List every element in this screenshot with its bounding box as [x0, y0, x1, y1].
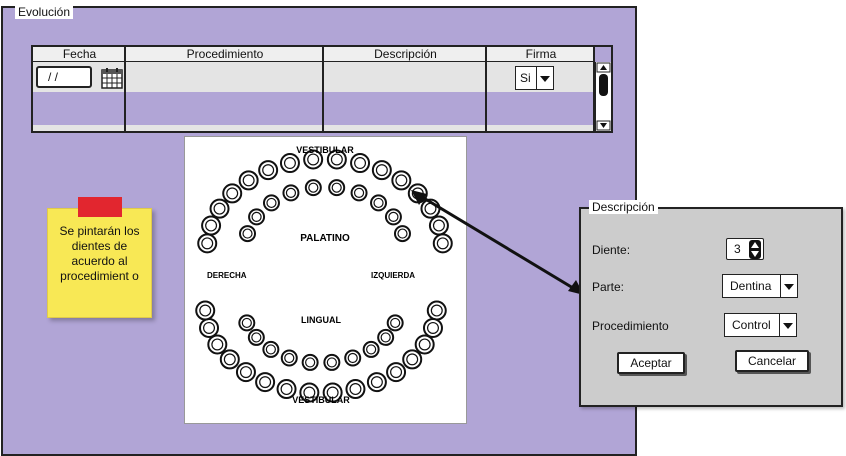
tooth — [199, 317, 220, 338]
procedimiento-label: Procedimiento — [592, 319, 669, 333]
column-divider — [126, 47, 324, 131]
cancelar-button[interactable]: Cancelar — [735, 350, 809, 372]
chevron-down-icon[interactable] — [780, 275, 797, 297]
diente-stepper-value: 3 — [734, 242, 741, 256]
parte-select[interactable]: Dentina — [722, 274, 798, 298]
tooth — [201, 215, 222, 236]
tooth — [414, 334, 435, 355]
column-divider — [324, 47, 487, 131]
tooth — [402, 349, 423, 370]
chevron-down-icon[interactable] — [536, 67, 553, 89]
firma-select-value: Si — [520, 71, 531, 85]
tooth — [377, 328, 395, 346]
tooth — [209, 198, 230, 219]
tooth — [238, 314, 256, 332]
tooth — [280, 349, 298, 367]
tooth — [371, 160, 392, 181]
calendar-icon[interactable] — [101, 67, 123, 89]
parte-label: Parte: — [592, 280, 625, 294]
tooth — [195, 300, 216, 321]
procedimiento-select[interactable]: Control — [724, 313, 797, 337]
double-arrow-connector — [411, 190, 584, 295]
descripcion-panel: Descripción Diente: 3 Parte: Dentina Pro… — [579, 200, 843, 407]
procedimiento-select-value: Control — [732, 318, 771, 332]
tooth — [422, 317, 443, 338]
tooth — [323, 353, 341, 371]
tooth — [426, 300, 447, 321]
diente-stepper[interactable]: 3 — [726, 238, 764, 260]
evolucion-title: Evolución — [15, 5, 74, 19]
label-palatino: PALATINO — [300, 233, 350, 244]
tooth — [386, 362, 407, 383]
tooth — [344, 349, 362, 367]
tooth — [255, 372, 276, 393]
tooth — [262, 340, 280, 358]
descripcion-title: Descripción — [589, 200, 658, 214]
sticky-note: Se pintarán los dientes de acuerdo al pr… — [47, 208, 152, 318]
tooth — [258, 160, 279, 181]
tooth — [301, 353, 319, 371]
evolucion-table: Fecha Procedimiento Descripción Firma / … — [31, 45, 613, 133]
tooth — [370, 194, 388, 212]
tooth — [362, 340, 380, 358]
tooth — [235, 362, 256, 383]
tooth — [238, 170, 259, 191]
tooth — [197, 233, 218, 254]
aceptar-button[interactable]: Aceptar — [617, 352, 685, 374]
label-derecha: DERECHA — [207, 271, 247, 280]
tooth — [386, 314, 404, 332]
note-tape — [78, 197, 122, 217]
tooth — [262, 194, 280, 212]
chevron-down-icon[interactable] — [779, 314, 796, 336]
tooth — [207, 334, 228, 355]
tooth — [366, 372, 387, 393]
tooth — [222, 183, 243, 204]
label-vestibular-bottom: VESTIBULAR — [292, 395, 350, 405]
label-vestibular-top: VESTIBULAR — [296, 145, 354, 155]
tooth — [239, 225, 257, 243]
tooth — [279, 153, 300, 174]
tooth — [219, 349, 240, 370]
tooth — [304, 179, 322, 197]
tooth — [350, 184, 368, 202]
tooth — [282, 184, 300, 202]
tooth — [384, 208, 402, 226]
diente-label: Diente: — [592, 243, 631, 257]
tooth — [350, 153, 371, 174]
firma-select[interactable]: Si — [515, 66, 554, 90]
stepper-arrows-icon[interactable] — [749, 240, 761, 259]
label-lingual: LINGUAL — [301, 315, 341, 325]
parte-select-value: Dentina — [730, 279, 772, 293]
table-scrollbar[interactable] — [595, 62, 611, 131]
date-input[interactable]: / / — [36, 66, 92, 88]
tooth — [247, 328, 265, 346]
tooth — [248, 208, 266, 226]
tooth — [328, 179, 346, 197]
